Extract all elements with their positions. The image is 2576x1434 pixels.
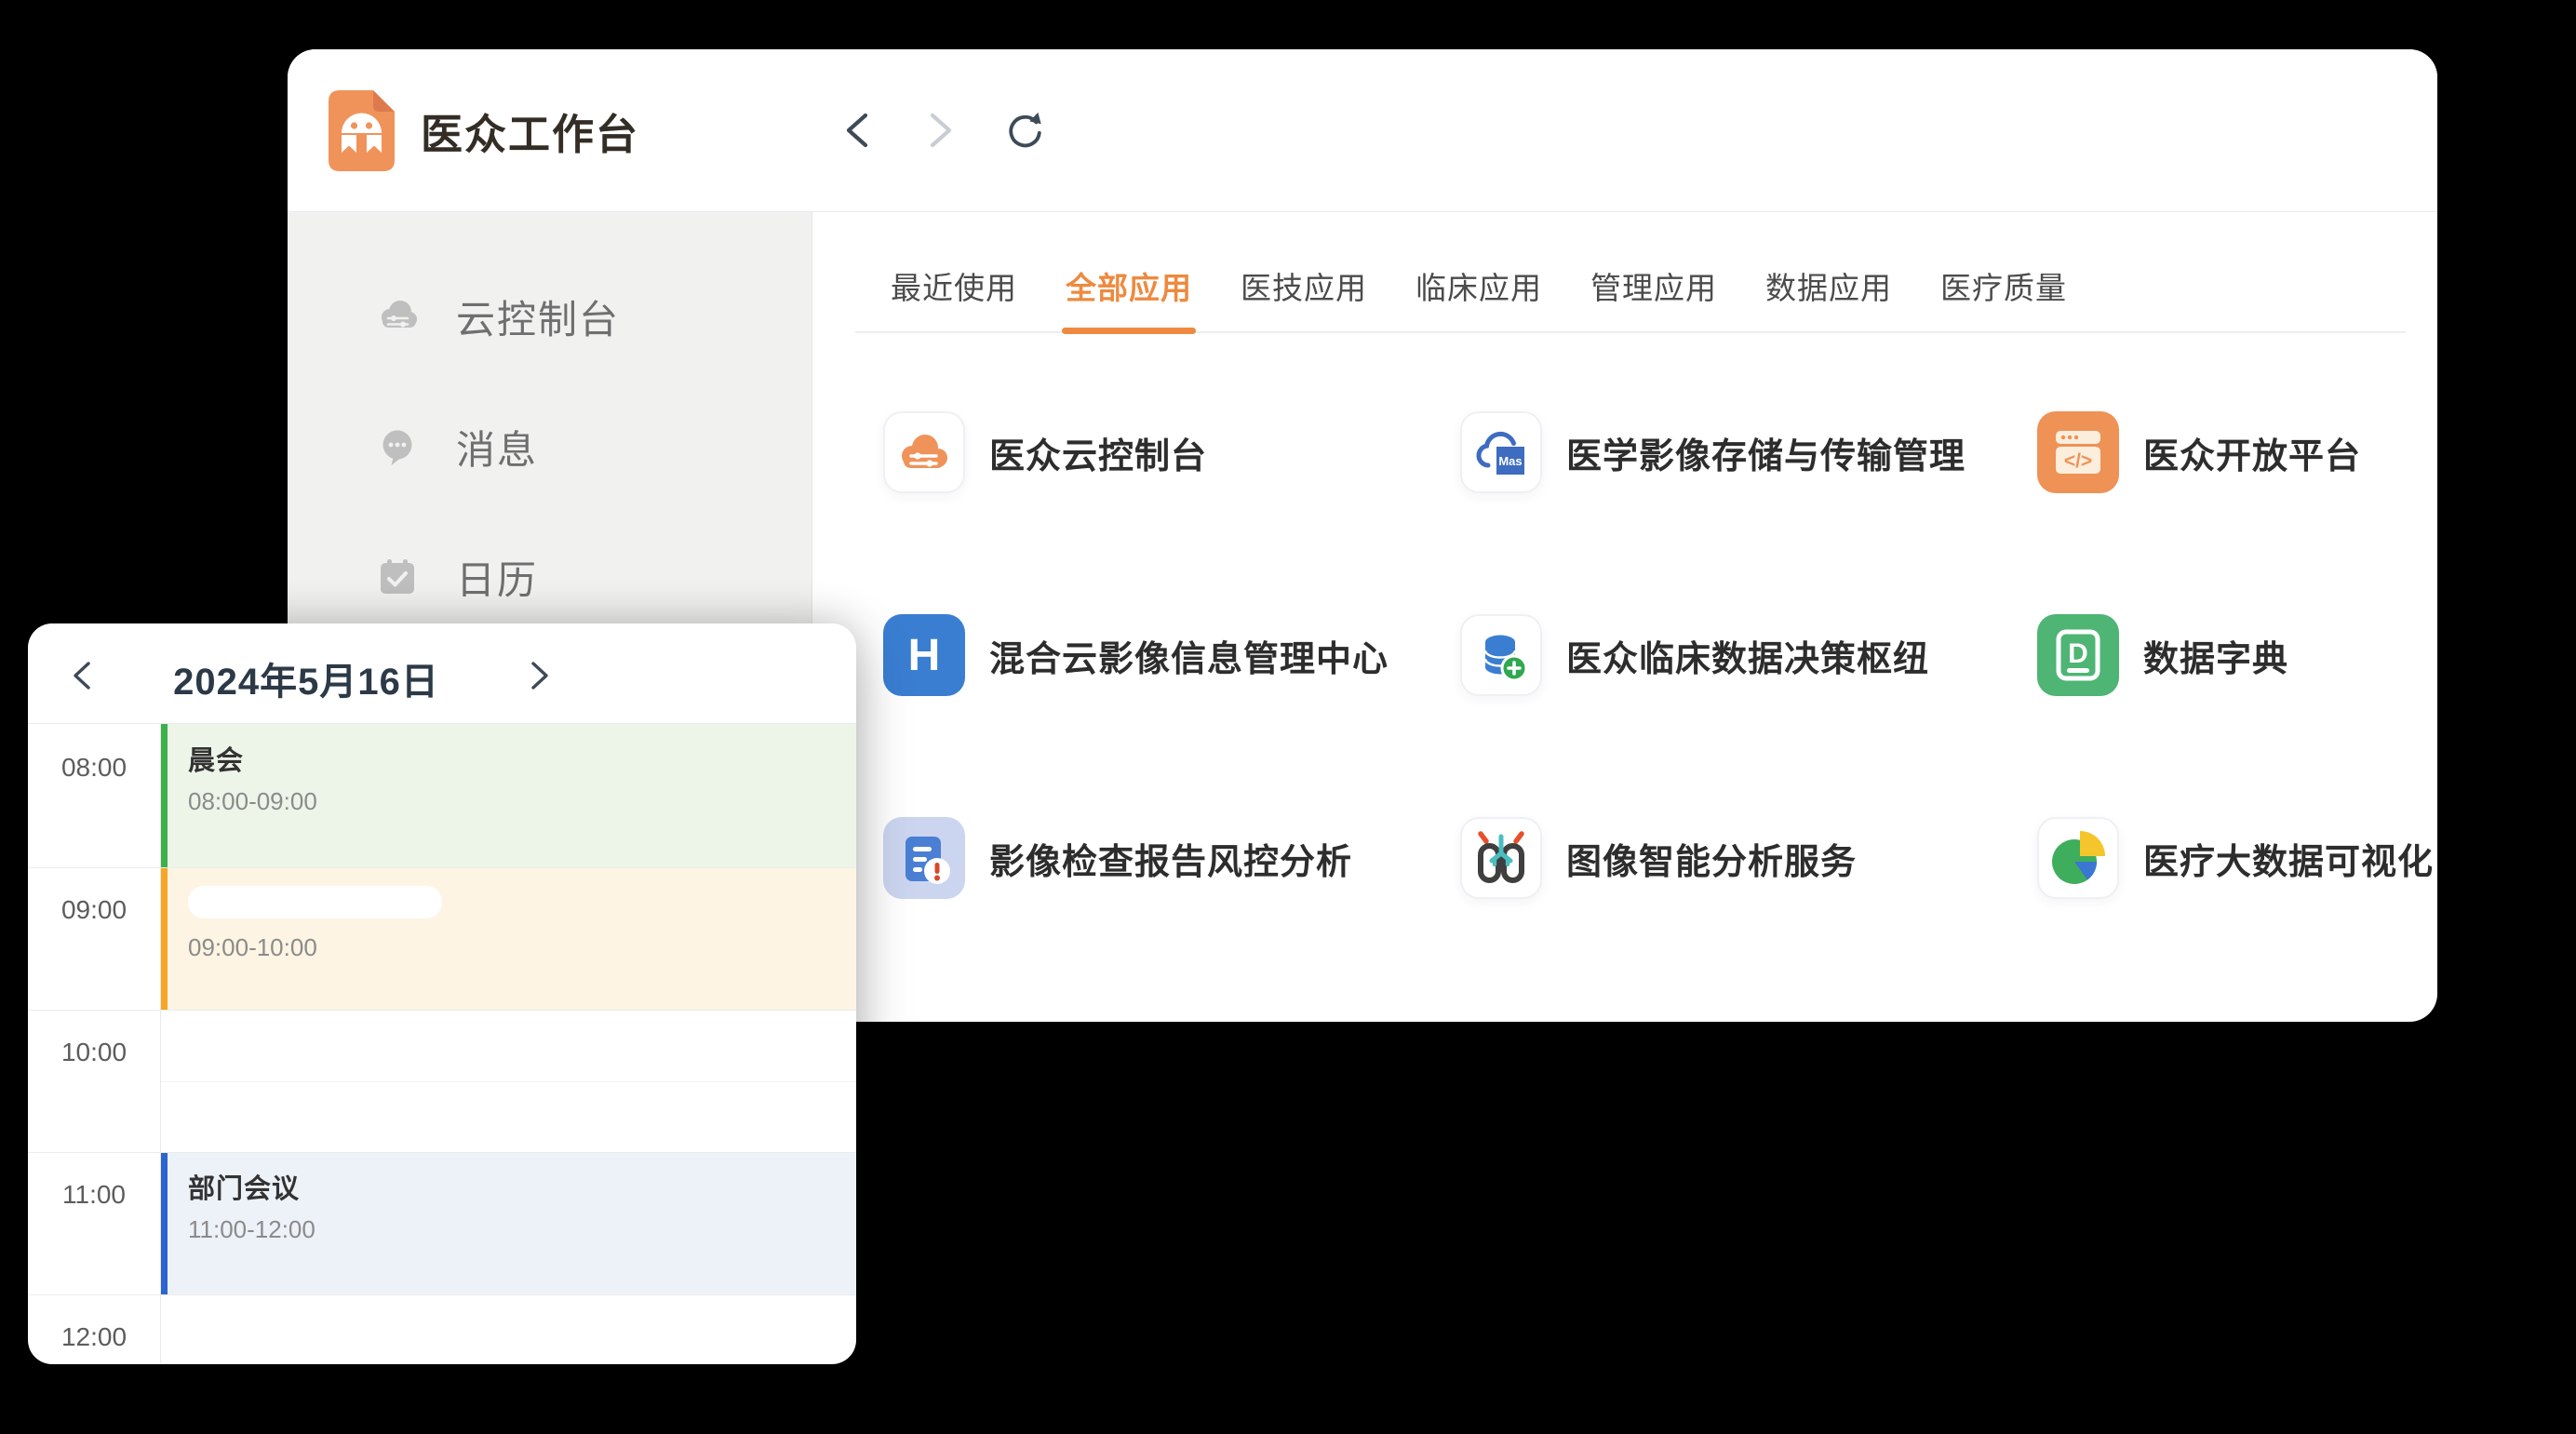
tab-medtech-apps[interactable]: 医技应用 [1241, 272, 1367, 331]
app-logo-icon [329, 90, 395, 171]
chevron-left-icon [843, 111, 871, 150]
app-label: 医众临床数据决策枢纽 [1566, 630, 1929, 681]
event-time: 09:00-10:00 [188, 933, 856, 962]
app-label: 数据字典 [2143, 630, 2288, 681]
calendar-event-department-meeting[interactable]: 部门会议 11:00-12:00 [160, 1152, 856, 1294]
calendar-panel: 2024年5月16日 晨会 08:00-09:00 09:00-10:00 部门… [28, 623, 856, 1364]
event-time: 08:00-09:00 [188, 787, 856, 816]
sidebar-item-label: 日历 [456, 549, 538, 606]
calendar-next-day-button[interactable] [519, 655, 560, 696]
calendar-header: 2024年5月16日 [28, 623, 856, 724]
chevron-right-icon [529, 660, 551, 691]
hour-line [28, 1010, 856, 1011]
back-button[interactable] [837, 110, 878, 151]
sidebar-item-label: 消息 [456, 419, 538, 476]
blue-h-icon: H [883, 614, 965, 696]
app-label: 医众开放平台 [2143, 427, 2361, 478]
green-dictionary-icon: D [2037, 614, 2119, 696]
app-hybrid-cloud-center[interactable]: H 混合云影像信息管理中心 [883, 614, 1460, 696]
svg-text:</>: </> [2064, 450, 2092, 472]
calendar-body: 晨会 08:00-09:00 09:00-10:00 部门会议 11:00-12… [28, 724, 856, 1363]
svg-text:D: D [2068, 638, 2088, 669]
time-label: 10:00 [28, 1038, 160, 1067]
time-label: 12:00 [28, 1322, 160, 1352]
hour-line [28, 867, 856, 868]
forward-button[interactable] [920, 110, 961, 151]
app-grid: 医众云控制台 Mas 医学影像存储与传输管理 [883, 411, 2406, 899]
time-column-divider [160, 724, 161, 1363]
sidebar-item-cloud-console[interactable]: 云控制台 [376, 251, 812, 382]
calendar-event-morning-meeting[interactable]: 晨会 08:00-09:00 [160, 724, 856, 867]
app-data-dictionary[interactable]: D 数据字典 [2037, 614, 2434, 696]
calendar-event-redacted[interactable]: 09:00-10:00 [160, 867, 856, 1010]
app-big-data-visualization[interactable]: 医疗大数据可视化 [2037, 817, 2434, 899]
blue-cloud-mas-icon: Mas [1460, 411, 1542, 493]
app-label: 医疗大数据可视化 [2143, 833, 2434, 884]
message-bubble-icon [376, 425, 419, 468]
cloud-console-icon [376, 295, 419, 338]
half-hour-line [161, 1081, 856, 1082]
app-label: 混合云影像信息管理中心 [989, 630, 1389, 681]
time-label: 09:00 [28, 895, 160, 925]
nav-group [837, 110, 1045, 151]
time-label: 11:00 [28, 1180, 160, 1210]
app-title: 医众工作台 [421, 101, 639, 161]
svg-text:Mas: Mas [1498, 454, 1522, 468]
database-plus-icon [1460, 614, 1542, 696]
tab-admin-apps[interactable]: 管理应用 [1590, 272, 1717, 331]
event-title: 晨会 [188, 739, 856, 778]
window-header: 医众工作台 [288, 49, 2437, 212]
app-label: 影像检查报告风控分析 [989, 833, 1352, 884]
app-report-risk-analysis[interactable]: 影像检查报告风控分析 [883, 817, 1460, 899]
content-area: 最近使用 全部应用 医技应用 临床应用 管理应用 数据应用 医疗质量 [812, 212, 2437, 1022]
tab-data-apps[interactable]: 数据应用 [1765, 272, 1892, 331]
hour-line [28, 1294, 856, 1295]
app-image-ai-analysis[interactable]: 图像智能分析服务 [1460, 817, 2037, 899]
time-label: 08:00 [28, 753, 160, 783]
chevron-left-icon [71, 660, 93, 691]
app-cloud-console[interactable]: 医众云控制台 [883, 411, 1460, 493]
calendar-date-title: 2024年5月16日 [147, 651, 465, 705]
chevron-right-icon [927, 111, 955, 150]
calendar-prev-day-button[interactable] [61, 655, 102, 696]
tab-recent[interactable]: 最近使用 [891, 272, 1017, 331]
calendar-check-icon [376, 556, 419, 598]
app-clinical-data-hub[interactable]: 医众临床数据决策枢纽 [1460, 614, 2037, 696]
lungs-icon [1460, 817, 1542, 899]
tab-all-apps[interactable]: 全部应用 [1066, 272, 1192, 331]
code-window-icon: </> [2037, 411, 2119, 493]
refresh-icon [1004, 109, 1045, 152]
pie-chart-icon [2037, 817, 2119, 899]
orange-cloud-sliders-icon [883, 411, 965, 493]
app-label: 医众云控制台 [989, 427, 1207, 478]
sidebar-item-label: 云控制台 [456, 288, 620, 345]
refresh-button[interactable] [1004, 110, 1045, 151]
tab-clinical-apps[interactable]: 临床应用 [1415, 272, 1542, 331]
sidebar-item-messages[interactable]: 消息 [376, 382, 812, 512]
app-label: 医学影像存储与传输管理 [1566, 427, 1966, 478]
report-alert-icon [883, 817, 965, 899]
app-image-storage-mas[interactable]: Mas 医学影像存储与传输管理 [1460, 411, 2037, 493]
tab-strip: 最近使用 全部应用 医技应用 临床应用 管理应用 数据应用 医疗质量 [855, 272, 2406, 331]
app-label: 图像智能分析服务 [1566, 833, 1857, 884]
tab-quality[interactable]: 医疗质量 [1940, 272, 2067, 331]
event-time: 11:00-12:00 [188, 1215, 856, 1244]
app-open-platform[interactable]: </> 医众开放平台 [2037, 411, 2434, 493]
sidebar-item-calendar[interactable]: 日历 [376, 512, 812, 642]
event-title-placeholder [188, 886, 442, 918]
event-title: 部门会议 [188, 1167, 856, 1206]
hour-line [28, 1152, 856, 1153]
